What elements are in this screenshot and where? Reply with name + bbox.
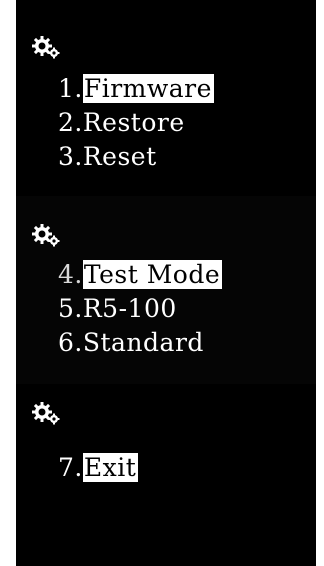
menu-item-label: Firmware	[82, 74, 214, 103]
menu-item-exit[interactable]: 7.Exit	[58, 451, 139, 485]
menu-item-number: 7.	[58, 453, 83, 482]
menu-list-1: 1.Firmware 2.Restore 3.Reset	[58, 72, 214, 174]
gear-icon	[32, 36, 60, 60]
menu-item-label: Reset	[82, 142, 157, 171]
menu-item-firmware[interactable]: 1.Firmware	[58, 72, 214, 106]
menu-list-2: 4.Test Mode 5.R5-100 6.Standard	[58, 258, 223, 360]
menu-item-number: 3.	[58, 142, 83, 171]
menu-item-number: 4.	[58, 260, 83, 289]
menu-item-label: Exit	[82, 453, 139, 482]
menu-item-reset[interactable]: 3.Reset	[58, 140, 214, 174]
menu-item-label: Standard	[82, 328, 204, 357]
menu-list-3: 7.Exit	[58, 451, 139, 485]
menu-item-label: Restore	[82, 108, 185, 137]
gear-icon	[32, 402, 60, 426]
menu-item-number: 1.	[58, 74, 83, 103]
menu-item-number: 5.	[58, 294, 83, 323]
menu-item-label: Test Mode	[82, 260, 223, 289]
menu-item-number: 6.	[58, 328, 83, 357]
gear-icon	[32, 224, 60, 248]
menu-item-label: R5-100	[82, 294, 177, 323]
menu-item-r5-100[interactable]: 5.R5-100	[58, 292, 222, 326]
menu-item-standard[interactable]: 6.Standard	[58, 326, 222, 360]
menu-item-test-mode[interactable]: 4.Test Mode	[58, 258, 223, 292]
menu-item-number: 2.	[58, 108, 83, 137]
menu-item-restore[interactable]: 2.Restore	[58, 106, 214, 140]
